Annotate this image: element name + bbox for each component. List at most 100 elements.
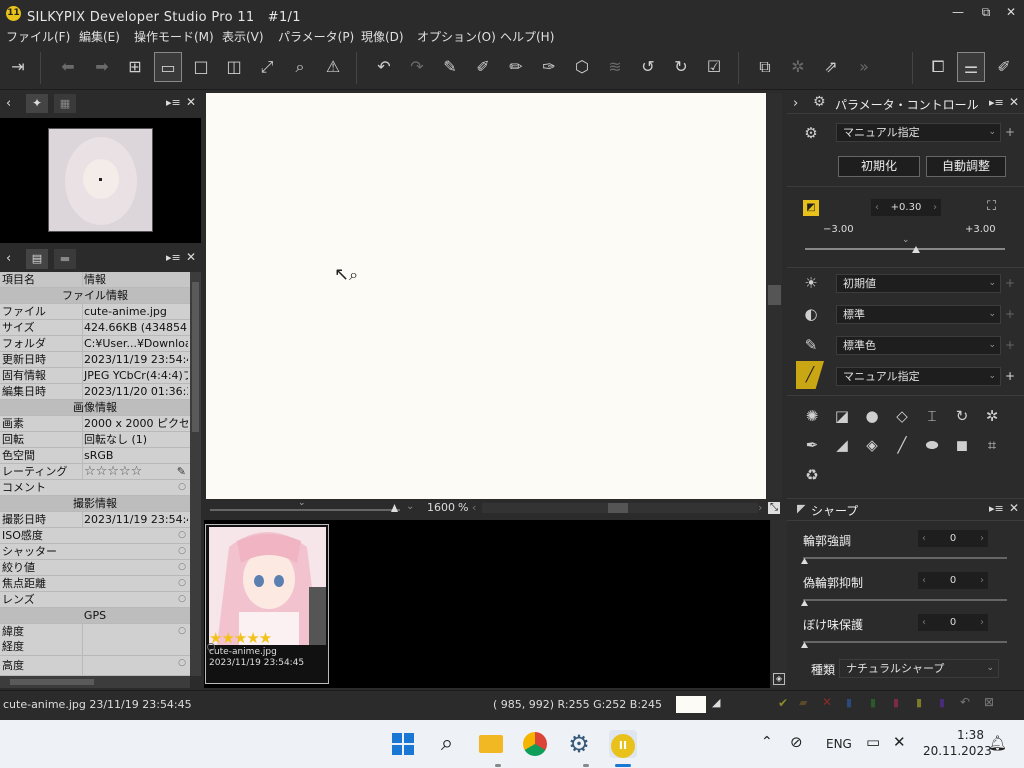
decrement-icon[interactable]: ‹ — [922, 572, 926, 589]
tool-icon[interactable]: ✐ — [990, 52, 1018, 82]
filmstrip-scrollbar[interactable] — [771, 520, 787, 688]
color-ball-icon[interactable]: ● — [861, 405, 883, 427]
menu-help[interactable]: ヘルプ(H) — [500, 28, 554, 45]
sharp-edge-slider[interactable] — [803, 557, 1007, 559]
exposure-stepper[interactable]: ‹ +0.30 › — [871, 199, 941, 216]
add-color-icon[interactable]: + — [1005, 338, 1015, 352]
file-explorer-icon[interactable] — [477, 730, 505, 758]
display-icon[interactable]: ▭ — [866, 733, 880, 751]
color-pen-icon[interactable]: ✎ — [800, 334, 822, 356]
decrement-icon[interactable]: ‹ — [875, 199, 879, 216]
layers-tool-icon[interactable]: ◼ — [951, 434, 973, 456]
collapse-left-icon[interactable]: ‹ — [6, 96, 11, 111]
settings-gear-icon[interactable]: ⚙ — [565, 730, 593, 758]
language-indicator[interactable]: ENG — [826, 737, 852, 751]
increment-icon[interactable]: › — [980, 614, 984, 631]
zoom-value[interactable]: 1600 — [427, 501, 455, 514]
increment-icon[interactable]: › — [933, 199, 937, 216]
menu-parameter[interactable]: パラメータ(P) — [278, 28, 354, 45]
menu-file[interactable]: ファイル(F) — [6, 28, 70, 45]
expand-dot-icon[interactable]: ○ — [178, 576, 186, 591]
scroll-thumb[interactable] — [608, 503, 628, 513]
pen-icon[interactable]: ╱ — [891, 434, 913, 456]
sharp-kind-dropdown[interactable]: ナチュラルシャープ ⌄ — [839, 659, 999, 678]
rotate-left-icon[interactable]: ↺ — [634, 52, 662, 82]
histogram-icon[interactable]: ◢ — [712, 696, 720, 709]
scroll-thumb[interactable] — [10, 679, 94, 685]
undo-tag-icon[interactable]: ↶ — [960, 695, 970, 709]
green-tag-icon[interactable]: ▮ — [870, 696, 876, 709]
crop-icon[interactable]: ⌗ — [981, 434, 1003, 456]
partial-correction-icon[interactable]: ✑ — [535, 52, 563, 82]
folder-tab-icon[interactable]: ▬ — [54, 249, 76, 269]
table-row[interactable]: レーティング ☆☆☆☆☆ ✎ — [0, 464, 190, 480]
preview-filmstrip-view-icon[interactable]: ▭ — [154, 52, 182, 82]
info-panel-close-icon[interactable]: ✕ — [186, 250, 196, 264]
scroll-left-icon[interactable]: ‹ — [472, 501, 476, 514]
rotate-tool-icon[interactable]: ↻ — [951, 405, 973, 427]
layers-icon[interactable]: ≋ — [601, 52, 629, 82]
export-icon[interactable]: ⇥ — [4, 52, 32, 82]
zoom-dropdown-icon[interactable]: ⌄ — [406, 501, 414, 512]
sharp-panel-close-icon[interactable]: ✕ — [1009, 501, 1019, 515]
expand-dot-icon[interactable]: ○ — [178, 480, 186, 495]
undo-icon[interactable]: ↶ — [370, 52, 398, 82]
increment-icon[interactable]: › — [980, 572, 984, 589]
image-preview-canvas[interactable] — [206, 93, 766, 499]
menu-edit[interactable]: 編集(E) — [79, 28, 120, 45]
color-dropdown[interactable]: 標準色 ⌄ — [836, 336, 1001, 355]
info-horizontal-scrollbar[interactable] — [0, 676, 190, 688]
yellow-tag-icon[interactable]: ▮ — [916, 696, 922, 709]
windows-start-icon[interactable] — [389, 730, 417, 758]
menu-view[interactable]: 表示(V) — [222, 28, 264, 45]
navigator-thumbnail[interactable] — [48, 128, 153, 232]
eraser-icon[interactable]: ◇ — [891, 405, 913, 427]
more-icon[interactable]: » — [850, 52, 878, 82]
contrast-icon[interactable]: ◐ — [800, 303, 822, 325]
expand-dot-icon[interactable]: ○ — [178, 544, 186, 559]
approve-icon[interactable]: ☑ — [700, 52, 728, 82]
section-file-info[interactable]: ファイル情報 — [0, 288, 190, 304]
menu-options[interactable]: オプション(O) — [417, 28, 496, 45]
bokeh-slider[interactable] — [803, 641, 1007, 643]
paste-parameter-icon[interactable]: ✐ — [469, 52, 497, 82]
collapse-right-icon[interactable]: › — [793, 96, 798, 111]
clock-date[interactable]: 20.11.2023 — [923, 744, 992, 758]
effects-icon[interactable]: ✲ — [981, 405, 1003, 427]
bokeh-value[interactable]: 0 — [950, 617, 956, 628]
tray-chevron-up-icon[interactable]: ⌃ — [761, 734, 773, 750]
bokeh-stepper[interactable]: ‹ 0 › — [918, 614, 988, 631]
folder-tag-icon[interactable]: ▰ — [799, 696, 807, 709]
panel-layout-icon[interactable]: ⧠ — [924, 52, 952, 82]
false-edge-stepper[interactable]: ‹ 0 › — [918, 572, 988, 589]
rotate-right-icon[interactable]: ↻ — [667, 52, 695, 82]
table-row[interactable]: コメント ○ — [0, 480, 190, 496]
info-vertical-scrollbar[interactable] — [190, 272, 201, 676]
scroll-thumb[interactable] — [768, 285, 781, 305]
scroll-thumb[interactable] — [192, 282, 199, 432]
reset-button[interactable]: 初期化 — [838, 156, 920, 177]
search-icon[interactable]: ⌕ — [433, 730, 461, 758]
thumbnail-image[interactable] — [209, 527, 326, 645]
contrast-dropdown[interactable]: 標準 ⌄ — [836, 305, 1001, 324]
batch-develop-icon[interactable]: ✲ — [784, 52, 812, 82]
close-button[interactable]: ✕ — [995, 0, 1024, 24]
zoom-slider-track[interactable] — [210, 509, 400, 511]
check-tag-icon[interactable]: ✔ — [778, 696, 788, 710]
share-icon[interactable]: ⇗ — [817, 52, 845, 82]
tone-dropdown[interactable]: マニュアル指定 ⌄ — [836, 367, 1001, 386]
expand-dot-icon[interactable]: ○ — [178, 560, 186, 575]
info-panel-menu-icon[interactable]: ▸≡ — [166, 251, 181, 264]
expand-dot-icon[interactable]: ○ — [178, 592, 186, 607]
single-view-icon[interactable]: □ — [187, 52, 215, 82]
canvas-horizontal-scrollbar[interactable] — [482, 503, 758, 513]
redo-icon[interactable]: ↷ — [403, 52, 431, 82]
copy-parameter-icon[interactable]: ✎ — [436, 52, 464, 82]
lock-icon[interactable]: ⊠ — [984, 695, 994, 709]
thumbnail-rating-stars[interactable]: ★★★★★ — [209, 630, 305, 646]
panel-menu-icon[interactable]: ▸≡ — [166, 96, 181, 109]
exposure-icon[interactable]: ◩ — [803, 200, 819, 216]
reject-tag-icon[interactable]: ✕ — [822, 695, 832, 709]
preset-dropdown[interactable]: マニュアル指定 ⌄ — [836, 123, 1001, 142]
prev-image-icon[interactable]: ⬅ — [54, 52, 82, 82]
